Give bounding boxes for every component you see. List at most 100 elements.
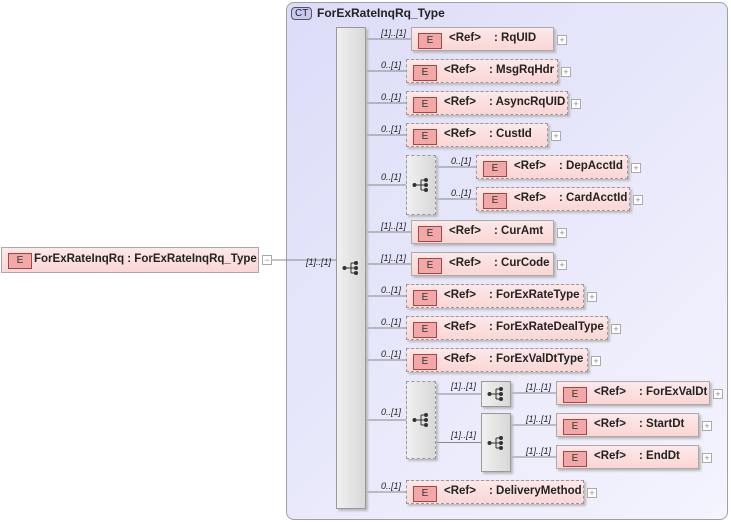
- element-name: : EndDt: [639, 450, 680, 462]
- ref-label: <Ref>: [594, 418, 626, 430]
- choice-compositor[interactable]: [406, 381, 436, 459]
- root-multiplicity: [1]..[1]: [306, 257, 332, 267]
- element-forexvaldttype[interactable]: E <Ref> : ForExValDtType: [406, 348, 588, 372]
- choice-compositor[interactable]: [406, 155, 436, 215]
- element-badge: E: [418, 226, 442, 242]
- expand-toggle[interactable]: +: [591, 356, 601, 366]
- sequence-compositor[interactable]: [481, 413, 511, 472]
- element-badge: E: [483, 193, 507, 209]
- ref-label: <Ref>: [444, 485, 476, 497]
- multiplicity-label: 0..[1]: [381, 60, 402, 70]
- element-badge: E: [413, 97, 437, 113]
- element-name: : CurAmt: [494, 225, 544, 237]
- multiplicity-label: [1]..[1]: [381, 28, 407, 38]
- element-badge: E: [413, 290, 437, 306]
- expand-toggle[interactable]: +: [561, 67, 571, 77]
- element-curcode[interactable]: E <Ref> : CurCode: [411, 252, 554, 276]
- compositor-multiplicity: 0..[1]: [381, 172, 402, 182]
- multiplicity-label: [1]..[1]: [381, 221, 407, 231]
- expand-toggle[interactable]: +: [587, 292, 597, 302]
- element-curamt[interactable]: E <Ref>: CurAmt: [411, 220, 554, 244]
- element-forexratedealtype[interactable]: E <Ref> : ForExRateDealType: [406, 316, 608, 340]
- expand-toggle[interactable]: +: [713, 389, 723, 399]
- multiplicity-label: 0..[1]: [381, 92, 402, 102]
- multiplicity-label: 0..[1]: [381, 317, 402, 327]
- sequence-compositor[interactable]: [336, 27, 366, 509]
- element-name: : CardAcctId: [559, 192, 628, 204]
- element-enddt[interactable]: E <Ref> : EndDt: [556, 445, 699, 469]
- root-element-label: ForExRateInqRq : ForExRateInqRq_Type: [34, 253, 257, 265]
- element-badge: E: [418, 258, 442, 274]
- expand-toggle[interactable]: +: [557, 260, 567, 270]
- element-badge: E: [413, 65, 437, 81]
- multiplicity-label: 0..[1]: [451, 188, 472, 198]
- element-name: : ForExValDtType: [489, 353, 584, 365]
- ref-label: <Ref>: [514, 192, 546, 204]
- element-badge: E: [413, 129, 437, 145]
- element-badge: E: [563, 419, 587, 435]
- expand-toggle[interactable]: +: [587, 488, 597, 498]
- expand-toggle[interactable]: +: [551, 131, 561, 141]
- schema-diagram: E ForExRateInqRq : ForExRateInqRq_Type −…: [0, 0, 731, 522]
- ref-label: <Ref>: [444, 321, 476, 333]
- multiplicity-label: 0..[1]: [381, 481, 402, 491]
- multiplicity-label: 0..[1]: [381, 349, 402, 359]
- element-name: : DepAcctId: [559, 160, 623, 172]
- element-badge: E: [418, 33, 442, 49]
- multiplicity-label: 0..[1]: [451, 156, 472, 166]
- ref-label: <Ref>: [594, 386, 626, 398]
- sequence-compositor[interactable]: [481, 381, 511, 407]
- element-badge: E: [8, 253, 32, 269]
- compositor-multiplicity: 0..[1]: [381, 407, 402, 417]
- compositor-multiplicity: [1]..[1]: [451, 381, 477, 391]
- expand-toggle[interactable]: +: [571, 99, 581, 109]
- element-badge: E: [563, 451, 587, 467]
- compositor-multiplicity: [1]..[1]: [451, 429, 477, 440]
- element-name: : CurCode: [494, 257, 550, 269]
- element-name: : ForExRateType: [489, 289, 580, 301]
- ref-label: <Ref>: [444, 128, 476, 140]
- element-forexvaldt[interactable]: E <Ref> : ForExValDt: [556, 381, 710, 405]
- root-element-forexrateinqrq[interactable]: E ForExRateInqRq : ForExRateInqRq_Type: [1, 247, 259, 273]
- ref-label: <Ref>: [444, 96, 476, 108]
- multiplicity-label: 0..[1]: [381, 285, 402, 295]
- element-badge: E: [413, 354, 437, 370]
- multiplicity-label: 0..[1]: [381, 124, 402, 134]
- ref-label: <Ref>: [594, 450, 626, 462]
- element-name: : ForExRateDealType: [489, 321, 604, 333]
- element-name: : RqUID: [494, 32, 537, 44]
- element-forexratetype[interactable]: E <Ref> : ForExRateType: [406, 284, 584, 308]
- element-custid[interactable]: E <Ref>: CustId: [406, 123, 548, 147]
- ref-label: <Ref>: [449, 257, 481, 269]
- expand-toggle[interactable]: +: [702, 453, 712, 463]
- element-badge: E: [563, 387, 587, 403]
- ref-label: <Ref>: [444, 64, 476, 76]
- element-deliverymethod[interactable]: E <Ref> : DeliveryMethod: [406, 480, 584, 504]
- element-badge: E: [413, 486, 437, 502]
- element-name: : DeliveryMethod: [489, 485, 582, 497]
- ref-label: <Ref>: [514, 160, 546, 172]
- collapse-toggle[interactable]: −: [262, 255, 272, 265]
- element-asyncrquid[interactable]: E <Ref>: AsyncRqUID: [406, 91, 568, 115]
- expand-toggle[interactable]: +: [557, 228, 567, 238]
- complex-type-badge: CT: [291, 7, 313, 20]
- element-depacctid[interactable]: E <Ref>: DepAcctId: [476, 155, 628, 179]
- element-cardacctid[interactable]: E <Ref> : CardAcctId: [476, 187, 630, 211]
- element-startdt[interactable]: E <Ref>: StartDt: [556, 413, 699, 437]
- element-name: : ForExValDt: [639, 386, 708, 398]
- element-badge: E: [413, 322, 437, 338]
- expand-toggle[interactable]: +: [702, 421, 712, 431]
- ref-label: <Ref>: [444, 353, 476, 365]
- multiplicity-label: [1]..[1]: [526, 414, 552, 424]
- element-msgrqhdr[interactable]: E <Ref>: MsgRqHdr: [406, 59, 558, 83]
- expand-toggle[interactable]: +: [611, 324, 621, 334]
- expand-toggle[interactable]: +: [633, 195, 643, 205]
- ref-label: <Ref>: [449, 32, 481, 44]
- element-rquid[interactable]: E <Ref> : RqUID: [411, 27, 554, 51]
- multiplicity-label: [1]..[1]: [526, 382, 552, 392]
- expand-toggle[interactable]: +: [557, 35, 567, 45]
- multiplicity-label: [1]..[1]: [381, 253, 407, 263]
- complex-type-title: ForExRateInqRq_Type: [317, 6, 445, 20]
- ref-label: <Ref>: [444, 289, 476, 301]
- expand-toggle[interactable]: +: [631, 163, 641, 173]
